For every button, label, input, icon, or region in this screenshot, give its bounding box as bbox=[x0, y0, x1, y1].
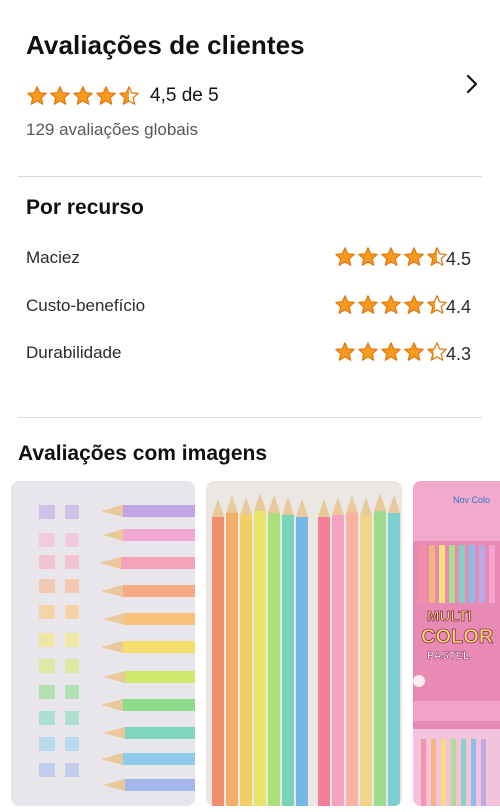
review-image-3[interactable]: Nov Colo MULTI COLOR PASTEL bbox=[413, 481, 500, 806]
overall-stars bbox=[26, 85, 140, 107]
by-feature-title: Por recurso bbox=[26, 196, 144, 219]
svg-text:Nov Colo: Nov Colo bbox=[453, 495, 490, 505]
global-ratings-count: 129 avaliações globais bbox=[26, 120, 199, 139]
feature-label: Maciez bbox=[26, 248, 80, 267]
divider bbox=[18, 417, 482, 418]
star-icon bbox=[119, 86, 139, 105]
star-icon bbox=[27, 86, 47, 105]
rating-text: 4,5 de 5 bbox=[150, 85, 219, 106]
customer-reviews-summary[interactable]: Avaliações de clientes 4,5 de 5 129 aval… bbox=[0, 0, 500, 176]
star-icon bbox=[381, 247, 401, 266]
page-title: Avaliações de clientes bbox=[26, 30, 305, 60]
feature-value: 4.4 bbox=[446, 297, 472, 317]
svg-text:PASTEL: PASTEL bbox=[427, 650, 470, 662]
feature-stars bbox=[334, 341, 448, 363]
review-image-2[interactable] bbox=[206, 481, 402, 806]
feature-value: 4.5 bbox=[446, 249, 472, 269]
star-icon bbox=[50, 86, 70, 105]
feature-row-custo-beneficio: Custo-benefício 4.4 bbox=[26, 292, 474, 320]
star-icon bbox=[381, 295, 401, 314]
vertical-pencils-photo bbox=[206, 481, 402, 806]
review-image-1[interactable] bbox=[11, 481, 195, 806]
feature-row-durabilidade: Durabilidade 4.3 bbox=[26, 339, 474, 367]
svg-text:COLOR: COLOR bbox=[421, 626, 494, 648]
svg-text:MULTI: MULTI bbox=[427, 608, 472, 625]
star-icon bbox=[427, 295, 447, 314]
feature-stars bbox=[334, 294, 448, 316]
star-icon bbox=[335, 342, 355, 361]
product-box-photo: Nov Colo MULTI COLOR PASTEL bbox=[413, 481, 500, 806]
reviews-with-images-title: Avaliações com imagens bbox=[18, 442, 268, 465]
star-icon bbox=[96, 86, 116, 105]
feature-row-maciez: Maciez 4.5 bbox=[26, 244, 474, 272]
star-icon bbox=[404, 295, 424, 314]
overall-rating: 4,5 de 5 bbox=[26, 84, 219, 108]
feature-stars bbox=[334, 246, 448, 268]
star-icon bbox=[73, 86, 93, 105]
star-icon bbox=[427, 247, 447, 266]
feature-label: Custo-benefício bbox=[26, 296, 146, 315]
star-icon bbox=[358, 295, 378, 314]
star-icon bbox=[404, 247, 424, 266]
star-icon bbox=[335, 247, 355, 266]
feature-value: 4.3 bbox=[446, 344, 472, 364]
star-icon bbox=[358, 342, 378, 361]
pencil-swatches-photo bbox=[11, 481, 195, 806]
star-icon bbox=[381, 342, 401, 361]
chevron-right-icon[interactable] bbox=[460, 72, 484, 96]
star-icon bbox=[427, 342, 447, 361]
feature-label: Durabilidade bbox=[26, 343, 122, 362]
divider bbox=[18, 176, 482, 177]
star-icon bbox=[358, 247, 378, 266]
star-icon bbox=[404, 342, 424, 361]
star-icon bbox=[335, 295, 355, 314]
